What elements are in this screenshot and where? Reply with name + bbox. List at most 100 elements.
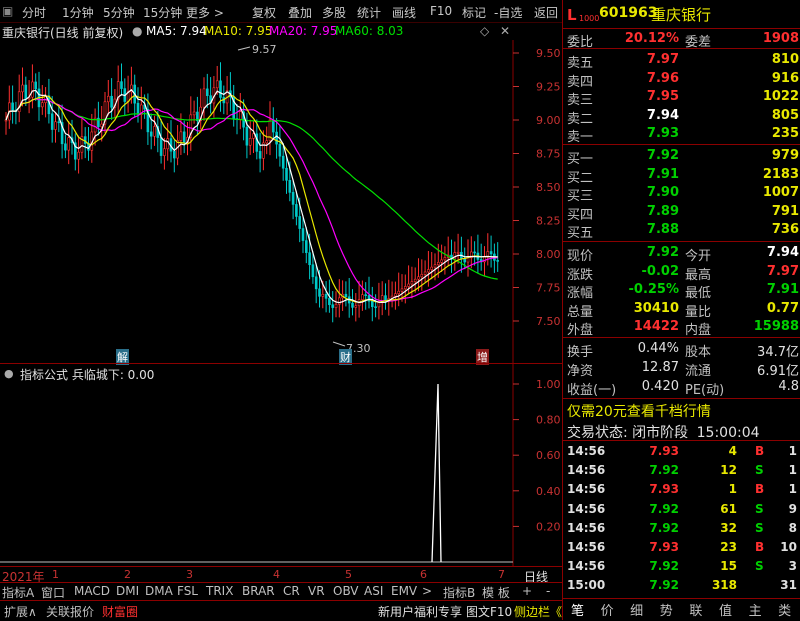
bid-row[interactable]: 买二 7.91 2183 bbox=[563, 167, 800, 186]
button-remove-watchlist[interactable]: -自选 bbox=[494, 4, 522, 21]
related-quotes-button[interactable]: 关联报价 bbox=[46, 603, 94, 620]
tick-time: 14:56 bbox=[567, 540, 606, 554]
bid-row[interactable]: 买三 7.90 1007 bbox=[563, 185, 800, 204]
tab-brar[interactable]: BRAR bbox=[242, 584, 275, 598]
candle-body bbox=[374, 306, 377, 308]
wealth-circle-button[interactable]: 财富圈 bbox=[102, 603, 138, 620]
tick-side: B bbox=[755, 444, 765, 458]
indicator-chart[interactable]: 1.00 0.80 0.60 0.40 0.20 bbox=[0, 364, 562, 566]
button-draw-line[interactable]: 画线 bbox=[392, 4, 416, 21]
kline-chart[interactable]: 9.50 9.25 9.00 8.75 8.50 8.25 8.00 7.75 7.50 9.5… bbox=[0, 40, 562, 364]
stat-row[interactable]: 涨跌 -0.02 最高 7.97 bbox=[563, 264, 800, 283]
bid-row[interactable]: 买一 7.92 979 bbox=[563, 148, 800, 167]
quote-nav-tab[interactable]: 联 bbox=[681, 600, 710, 620]
trade-state: 交易状态: 闭市阶段 15:00:04 bbox=[567, 425, 760, 441]
candle-body bbox=[473, 251, 476, 254]
tab-asi[interactable]: ASI bbox=[364, 584, 383, 598]
close-icon[interactable]: ✕ bbox=[500, 24, 510, 38]
stat-label: 现价 bbox=[567, 249, 594, 264]
top-toolbar: ▣ 分时 1分钟 5分钟 15分钟 更多 > 复权 叠加 多股 统计 画线 F1… bbox=[0, 0, 562, 23]
button-back[interactable]: 返回 bbox=[534, 4, 558, 21]
square-icon[interactable]: ▣ bbox=[2, 4, 13, 18]
ask-row[interactable]: 卖二 7.94 805 bbox=[563, 108, 800, 127]
new-user-promo[interactable]: 新用户福利专享 bbox=[378, 603, 462, 620]
tab-remove[interactable]: - bbox=[546, 584, 550, 598]
fundamental-row[interactable]: 换手 0.44% 股本 34.7亿 bbox=[563, 341, 800, 360]
tab-emv[interactable]: EMV bbox=[391, 584, 417, 598]
tab-macd[interactable]: MACD bbox=[74, 584, 110, 598]
tab-1min[interactable]: 1分钟 bbox=[62, 4, 94, 21]
tab-template[interactable]: 模 板 bbox=[482, 584, 510, 601]
tick-price: 7.93 bbox=[649, 482, 679, 497]
quote-nav-tab[interactable]: 细 bbox=[622, 600, 651, 620]
y-tick-label: 8.00 bbox=[536, 248, 561, 261]
button-multi-stock[interactable]: 多股 bbox=[322, 4, 346, 21]
tab-dma[interactable]: DMA bbox=[145, 584, 173, 598]
level2-promo[interactable]: 仅需20元查看千档行情 bbox=[567, 401, 711, 421]
diamond-icon[interactable]: ◇ bbox=[480, 24, 489, 38]
candle-body bbox=[443, 257, 447, 261]
candle-body bbox=[285, 167, 288, 181]
ask-row[interactable]: 卖四 7.96 916 bbox=[563, 71, 800, 90]
tab-window[interactable]: 窗口 bbox=[41, 584, 65, 601]
ask-row[interactable]: 卖三 7.95 1022 bbox=[563, 89, 800, 108]
fundamental-row[interactable]: 净资 12.87 流通 6.91亿 bbox=[563, 360, 800, 379]
button-f10[interactable]: F10 bbox=[430, 4, 452, 18]
ma5-label: MA5: 7.94 bbox=[146, 24, 207, 38]
fundamental-label: PE(动) bbox=[685, 383, 725, 398]
stat-row[interactable]: 涨幅 -0.25% 最低 7.91 bbox=[563, 282, 800, 301]
tab-add[interactable]: + bbox=[522, 584, 532, 598]
tab-trix[interactable]: TRIX bbox=[206, 584, 233, 598]
y-tick-label: 9.25 bbox=[536, 81, 561, 94]
stat-row[interactable]: 外盘 14422 内盘 15988 bbox=[563, 319, 800, 338]
tab-more[interactable]: 更多 > bbox=[186, 4, 224, 21]
button-statistics[interactable]: 统计 bbox=[357, 4, 381, 21]
quote-nav-tab[interactable]: 主 bbox=[741, 600, 770, 620]
quote-nav-tab[interactable]: 价 bbox=[593, 600, 622, 620]
ask-row[interactable]: 卖五 7.97 810 bbox=[563, 52, 800, 71]
bid-row[interactable]: 买五 7.88 736 bbox=[563, 222, 800, 241]
tick-row: 14:56 7.92 61 S 9 bbox=[563, 501, 800, 518]
quote-nav-tab[interactable]: 值 bbox=[711, 600, 740, 620]
candle-body bbox=[219, 80, 222, 98]
tab-next[interactable]: > bbox=[422, 584, 432, 598]
bid-label: 买三 bbox=[567, 189, 594, 204]
f10-graphic-button[interactable]: 图文F10 bbox=[466, 603, 512, 620]
stat-value: 30410 bbox=[633, 300, 679, 316]
candle-body bbox=[314, 276, 318, 290]
tab-timeshare[interactable]: 分时 bbox=[22, 4, 46, 21]
candle-body bbox=[265, 140, 269, 144]
stat-row[interactable]: 现价 7.92 今开 7.94 bbox=[563, 245, 800, 264]
settings-dot-icon[interactable]: ● bbox=[132, 24, 142, 38]
tab-fsl[interactable]: FSL bbox=[177, 584, 198, 598]
tick-count: 1 bbox=[788, 444, 797, 458]
quote-nav-tab[interactable]: 笔 bbox=[563, 600, 592, 620]
candle-body bbox=[489, 251, 493, 255]
button-mark[interactable]: 标记 bbox=[462, 4, 486, 21]
sidebar-toggle[interactable]: 侧边栏《 bbox=[514, 603, 562, 620]
ask-row[interactable]: 卖一 7.93 235 bbox=[563, 126, 800, 145]
tab-vr[interactable]: VR bbox=[308, 584, 325, 598]
quote-nav-tab[interactable]: 类 bbox=[770, 600, 799, 620]
bid-price: 7.89 bbox=[646, 203, 679, 219]
tab-5min[interactable]: 5分钟 bbox=[103, 4, 135, 21]
tick-count: 8 bbox=[788, 520, 797, 535]
candle-body bbox=[334, 303, 338, 308]
tick-volume: 4 bbox=[728, 444, 737, 458]
button-overlay[interactable]: 叠加 bbox=[288, 4, 312, 21]
candle-body bbox=[321, 294, 325, 297]
tab-dmi[interactable]: DMI bbox=[116, 584, 139, 598]
stat-row[interactable]: 总量 30410 量比 0.77 bbox=[563, 300, 800, 320]
bid-row[interactable]: 买四 7.89 791 bbox=[563, 203, 800, 223]
tab-indicator-b[interactable]: 指标B bbox=[443, 584, 475, 601]
order-ratio: 20.12% bbox=[624, 31, 679, 46]
tab-obv[interactable]: OBV bbox=[333, 584, 359, 598]
candle-body bbox=[394, 293, 397, 297]
tab-cr[interactable]: CR bbox=[283, 584, 300, 598]
quote-nav-tab[interactable]: 势 bbox=[652, 600, 681, 620]
expand-button[interactable]: 扩展∧ bbox=[4, 603, 37, 620]
button-restore-right[interactable]: 复权 bbox=[252, 4, 276, 21]
fundamental-row[interactable]: 收益(一) 0.420 PE(动) 4.8 bbox=[563, 379, 800, 398]
tab-indicator-a[interactable]: 指标A bbox=[2, 584, 34, 601]
tab-15min[interactable]: 15分钟 bbox=[143, 4, 182, 21]
